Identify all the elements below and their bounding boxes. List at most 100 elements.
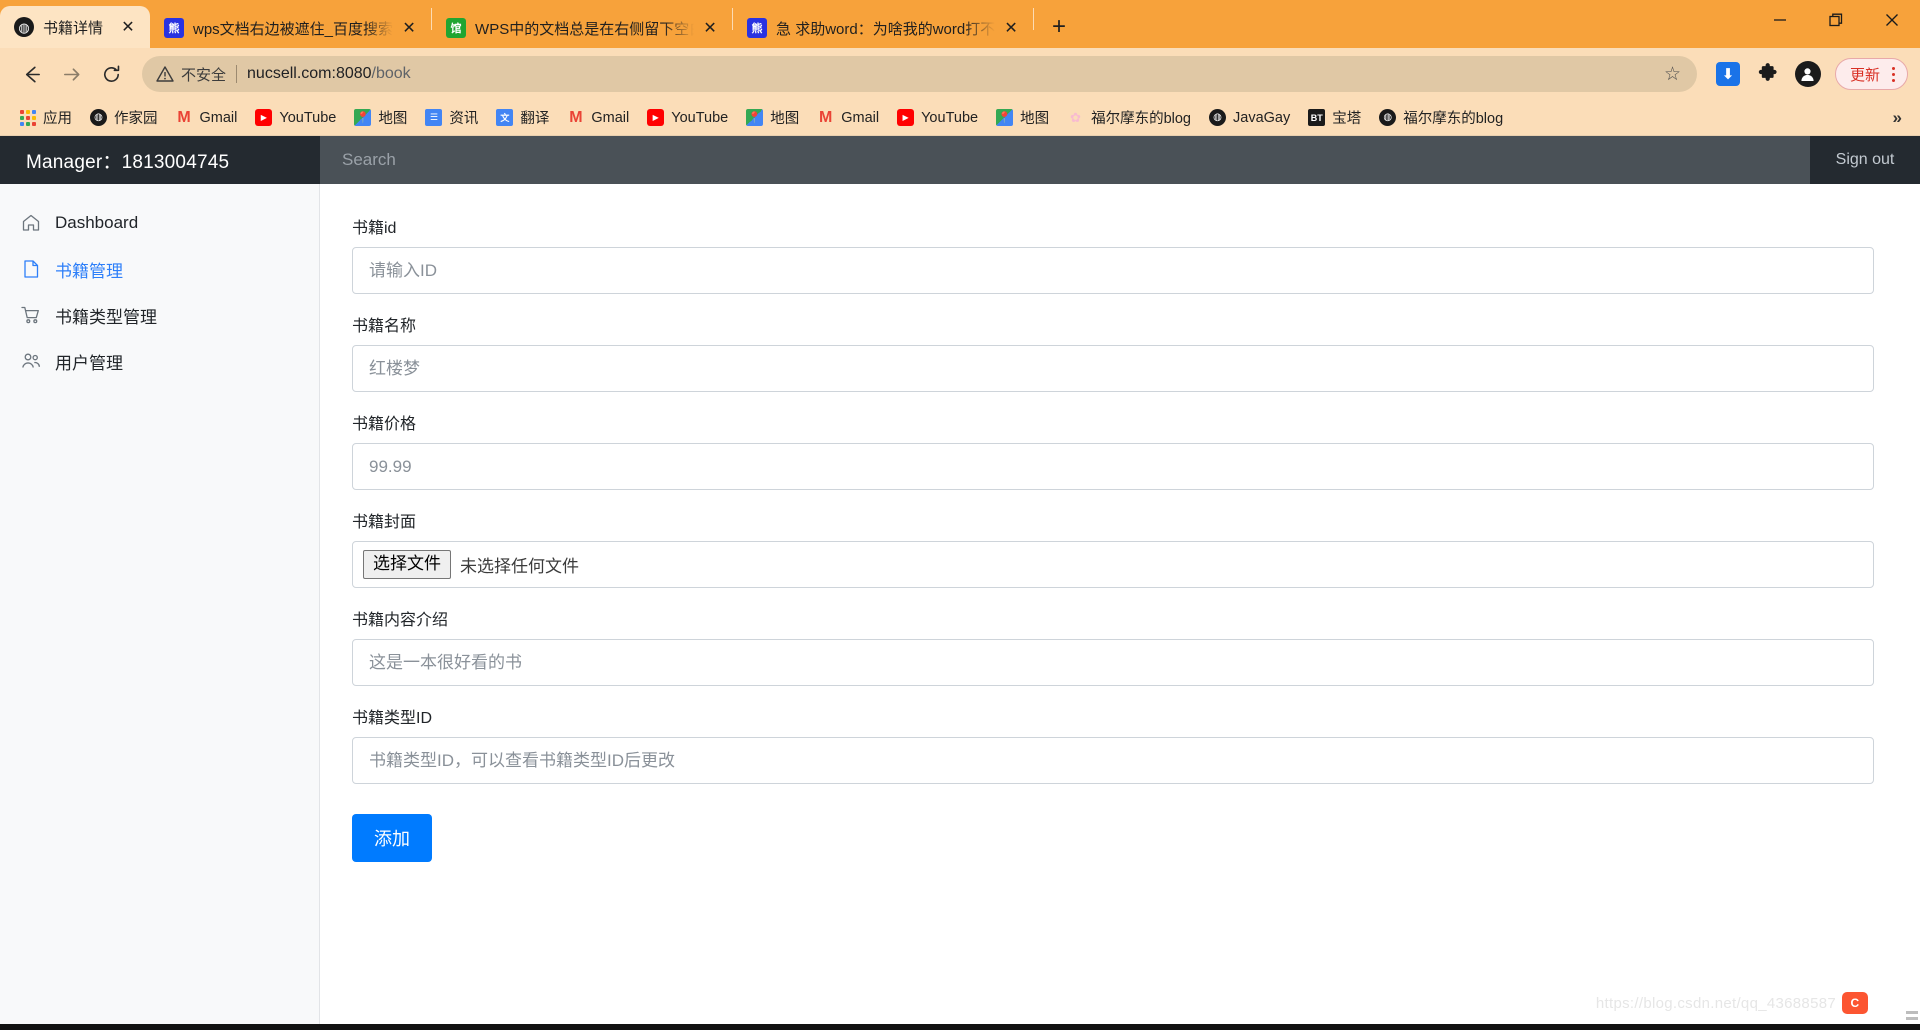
youtube-icon: ▶: [647, 109, 665, 126]
tab-close-icon[interactable]: ✕: [698, 16, 722, 40]
bookmarks-overflow-icon[interactable]: »: [1885, 108, 1910, 128]
tab-title: 急 求助word：为啥我的word打不开: [776, 20, 996, 38]
field-label: 书籍封面: [352, 514, 417, 531]
browser-tab-2[interactable]: 馆 WPS中的文档总是在右侧留下空白 ✕: [432, 8, 732, 48]
tab-title: 书籍详情: [43, 19, 104, 37]
bookmark-label: Gmail: [199, 109, 238, 126]
tab-close-icon[interactable]: ✕: [999, 16, 1023, 40]
bookmark-item-8[interactable]: ▶ YouTube: [638, 104, 737, 132]
book-type-id-input[interactable]: [352, 737, 1874, 784]
field-label: 书籍内容介绍: [352, 612, 449, 629]
bookmark-item-10[interactable]: M Gmail: [808, 104, 888, 132]
book-description-input[interactable]: [352, 639, 1874, 686]
maximize-icon[interactable]: [1808, 0, 1864, 40]
bookmark-label: Gmail: [841, 109, 880, 126]
sign-out-button[interactable]: Sign out: [1810, 151, 1920, 169]
globe-icon: ◍: [1379, 109, 1397, 126]
field-label: 书籍id: [352, 220, 397, 237]
bookmark-item-9[interactable]: 📍 地图: [737, 104, 808, 132]
tab-close-icon[interactable]: ✕: [397, 16, 421, 40]
bookmark-label: 应用: [43, 111, 72, 127]
globe-icon: ◍: [14, 17, 34, 37]
book-name-input[interactable]: [352, 345, 1874, 392]
bookmark-item-1[interactable]: ◍ 作家园: [81, 104, 167, 132]
window-controls: [1752, 0, 1920, 40]
address-bar[interactable]: 不安全 nucsell.com:8080/book ☆: [142, 56, 1697, 92]
book-form: 书籍id 书籍名称 书籍价格 书籍封面 选择文件 未选择任何文件: [320, 184, 1920, 1024]
field-label: 书籍价格: [352, 416, 417, 433]
update-button[interactable]: 更新: [1834, 58, 1908, 90]
bookmark-label: Gmail: [591, 109, 630, 126]
book-price-input[interactable]: [352, 443, 1874, 490]
bookmark-item-7[interactable]: M Gmail: [558, 104, 638, 132]
scrollbar-stub[interactable]: [1906, 1011, 1918, 1020]
extension-badge: ⬇: [1715, 62, 1740, 86]
browser-tab-3[interactable]: 熊 急 求助word：为啥我的word打不开 ✕: [733, 8, 1033, 48]
browser-toolbar: 不安全 nucsell.com:8080/book ☆ ⬇ 更新: [0, 48, 1920, 100]
sidebar-item-book-management[interactable]: 书籍管理: [0, 246, 319, 292]
add-book-button[interactable]: 添加: [352, 814, 432, 862]
sidebar-item-label: 用户管理: [55, 353, 123, 373]
bookmark-item-15[interactable]: BT 宝塔: [1299, 104, 1370, 132]
csdn-logo-icon: C: [1842, 992, 1868, 1014]
sidebar-item-book-type-management[interactable]: 书籍类型管理: [0, 292, 319, 338]
bookmark-label: 资讯: [449, 111, 479, 127]
bookmark-item-6[interactable]: 文 翻译: [487, 104, 558, 132]
url-path: /book: [371, 65, 411, 82]
search-input[interactable]: [320, 136, 1810, 184]
gmail-icon: M: [569, 108, 583, 126]
profile-avatar-icon[interactable]: [1789, 55, 1827, 93]
bookmark-item-14[interactable]: ◍ JavaGay: [1200, 104, 1299, 132]
bookmark-star-icon[interactable]: ☆: [1664, 63, 1683, 86]
bookmark-item-4[interactable]: 📍 地图: [345, 104, 416, 132]
tab-title: WPS中的文档总是在右侧留下空白: [475, 20, 695, 38]
bookmark-item-11[interactable]: ▶ YouTube: [888, 104, 987, 132]
minimize-icon[interactable]: [1752, 0, 1808, 40]
bt-icon: BT: [1308, 109, 1326, 126]
globe-icon: ◍: [90, 109, 107, 126]
youtube-icon: ▶: [255, 109, 273, 126]
app-body: Dashboard 书籍管理 书籍类型管理 用户管理 书籍id 请输入ID 书籍…: [0, 184, 1920, 1024]
browser-tab-0[interactable]: ◍ 书籍详情 ✕: [0, 6, 150, 48]
omnibox-divider: [236, 65, 238, 83]
bookmarks-bar: 应用 ◍ 作家园 M Gmail ▶ YouTube 📍 地图 ☰ 资讯 文 翻…: [0, 100, 1920, 136]
globe-icon: ◍: [1209, 109, 1226, 126]
tab-close-icon[interactable]: ✕: [116, 15, 140, 39]
maps-icon: 📍: [996, 109, 1014, 126]
bookmark-item-3[interactable]: ▶ YouTube: [246, 104, 345, 132]
bookmark-label: 福尔摩东的blog: [1403, 111, 1504, 127]
bookmark-item-0[interactable]: 应用: [10, 104, 81, 132]
not-secure-warning-icon: [156, 65, 174, 83]
sidebar-item-user-management[interactable]: 用户管理: [0, 338, 319, 384]
bookmark-label: 地图: [1020, 111, 1050, 127]
book-id-input[interactable]: [352, 247, 1874, 294]
field-book-description: 书籍内容介绍: [352, 606, 1874, 686]
watermark-url: https://blog.csdn.net/qq_43688587: [1595, 994, 1836, 1012]
news-icon: ☰: [425, 109, 443, 126]
new-tab-button[interactable]: +: [1042, 10, 1076, 44]
bookmark-item-12[interactable]: 📍 地图: [987, 104, 1058, 132]
bookmark-item-5[interactable]: ☰ 资讯: [416, 104, 487, 132]
update-label: 更新: [1849, 66, 1880, 84]
bookmark-label: 作家园: [114, 111, 158, 127]
manager-label: Manager：1813004745: [26, 151, 230, 173]
reload-icon[interactable]: [92, 55, 130, 93]
bookmark-label: YouTube: [671, 109, 729, 126]
field-book-name: 书籍名称: [352, 312, 1874, 392]
bookmark-item-16[interactable]: ◍ 福尔摩东的blog: [1370, 104, 1512, 132]
forward-icon[interactable]: [52, 55, 90, 93]
field-book-cover: 书籍封面 选择文件 未选择任何文件: [352, 508, 1874, 588]
book-cover-file-input[interactable]: 选择文件 未选择任何文件: [352, 541, 1874, 588]
apps-grid-icon: [19, 109, 36, 126]
choose-file-button[interactable]: 选择文件: [363, 550, 451, 579]
cart-icon: [20, 304, 42, 326]
bookmark-item-2[interactable]: M Gmail: [167, 104, 247, 132]
download-extension-icon[interactable]: ⬇: [1709, 55, 1747, 93]
kebab-menu-icon[interactable]: [1886, 66, 1901, 82]
browser-tab-1[interactable]: 熊 wps文档右边被遮住_百度搜索 ✕: [150, 8, 431, 48]
bookmark-item-13[interactable]: ✿ 福尔摩东的blog: [1058, 104, 1200, 132]
close-icon[interactable]: [1864, 0, 1920, 40]
back-icon[interactable]: [12, 55, 50, 93]
extensions-puzzle-icon[interactable]: [1749, 55, 1787, 93]
sidebar-item-dashboard[interactable]: Dashboard: [0, 200, 319, 246]
